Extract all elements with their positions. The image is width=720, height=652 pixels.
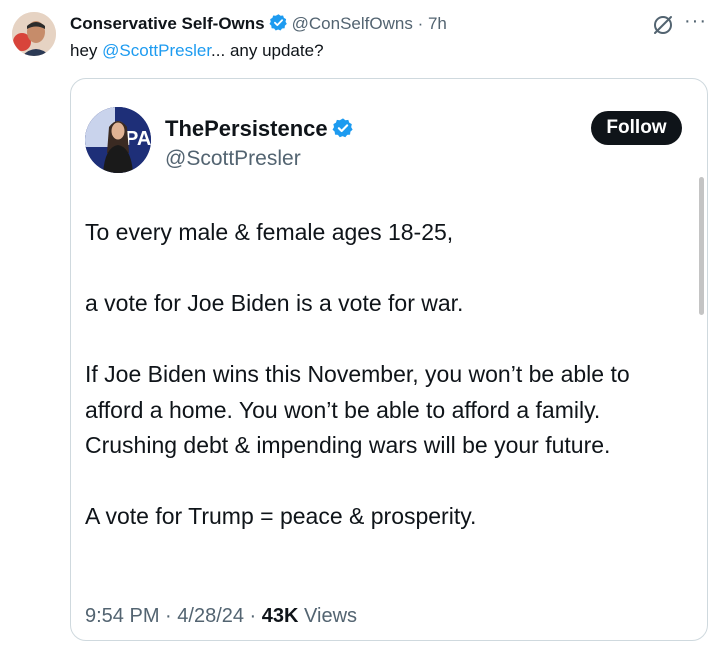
quoted-tweet-text: To every male & female ages 18-25, a vot… [85, 215, 685, 535]
tweet-paragraph: If Joe Biden wins this November, you won… [85, 361, 630, 458]
grok-icon[interactable] [652, 14, 674, 41]
quoted-tweet-card[interactable]: PA ThePersistence @ScottPresler Follow T… [70, 78, 708, 641]
tweet-paragraph: To every male & female ages 18-25, [85, 219, 454, 245]
author-name[interactable]: Conservative Self-Owns [70, 14, 265, 33]
more-options-icon[interactable]: ··· [684, 11, 707, 31]
quoted-avatar-image: PA [85, 107, 151, 173]
mention-link[interactable]: @ScottPresler [102, 41, 211, 60]
post-time[interactable]: 9:54 PM [85, 605, 159, 627]
avatar-image [12, 12, 56, 56]
tweet-text: hey @ScottPresler... any update? [70, 39, 324, 63]
quoted-author-handle[interactable]: @ScottPresler [165, 145, 301, 173]
tweet-paragraph: a vote for Joe Biden is a vote for war. [85, 290, 464, 316]
views-label: Views [298, 605, 358, 627]
quoted-author-name[interactable]: ThePersistence [165, 115, 358, 146]
tweet-text-prefix: hey [70, 41, 103, 60]
tweet-paragraph: A vote for Trump = peace & prosperity. [85, 503, 477, 529]
svg-text:PA: PA [125, 128, 151, 150]
meta-separator: · [244, 605, 262, 627]
tweet-metadata: 9:54 PM · 4/28/24 · 43K Views [85, 603, 357, 629]
follow-button[interactable]: Follow [591, 111, 682, 145]
tweet-header: Conservative Self-Owns @ConSelfOwns · 7h [70, 13, 447, 38]
views-count: 43K [261, 605, 299, 627]
quoted-verified-badge-icon [332, 117, 354, 146]
verified-badge-icon [269, 13, 288, 38]
header-separator: · [417, 14, 424, 33]
scrollbar[interactable] [699, 177, 704, 315]
author-handle[interactable]: @ConSelfOwns [292, 14, 413, 33]
author-avatar[interactable] [12, 12, 56, 56]
quoted-author-avatar[interactable]: PA [85, 107, 151, 173]
tweet-time[interactable]: 7h [428, 14, 447, 33]
tweet-text-suffix: ... any update? [211, 41, 324, 60]
meta-separator: · [159, 605, 178, 627]
post-date[interactable]: 4/28/24 [177, 605, 244, 627]
